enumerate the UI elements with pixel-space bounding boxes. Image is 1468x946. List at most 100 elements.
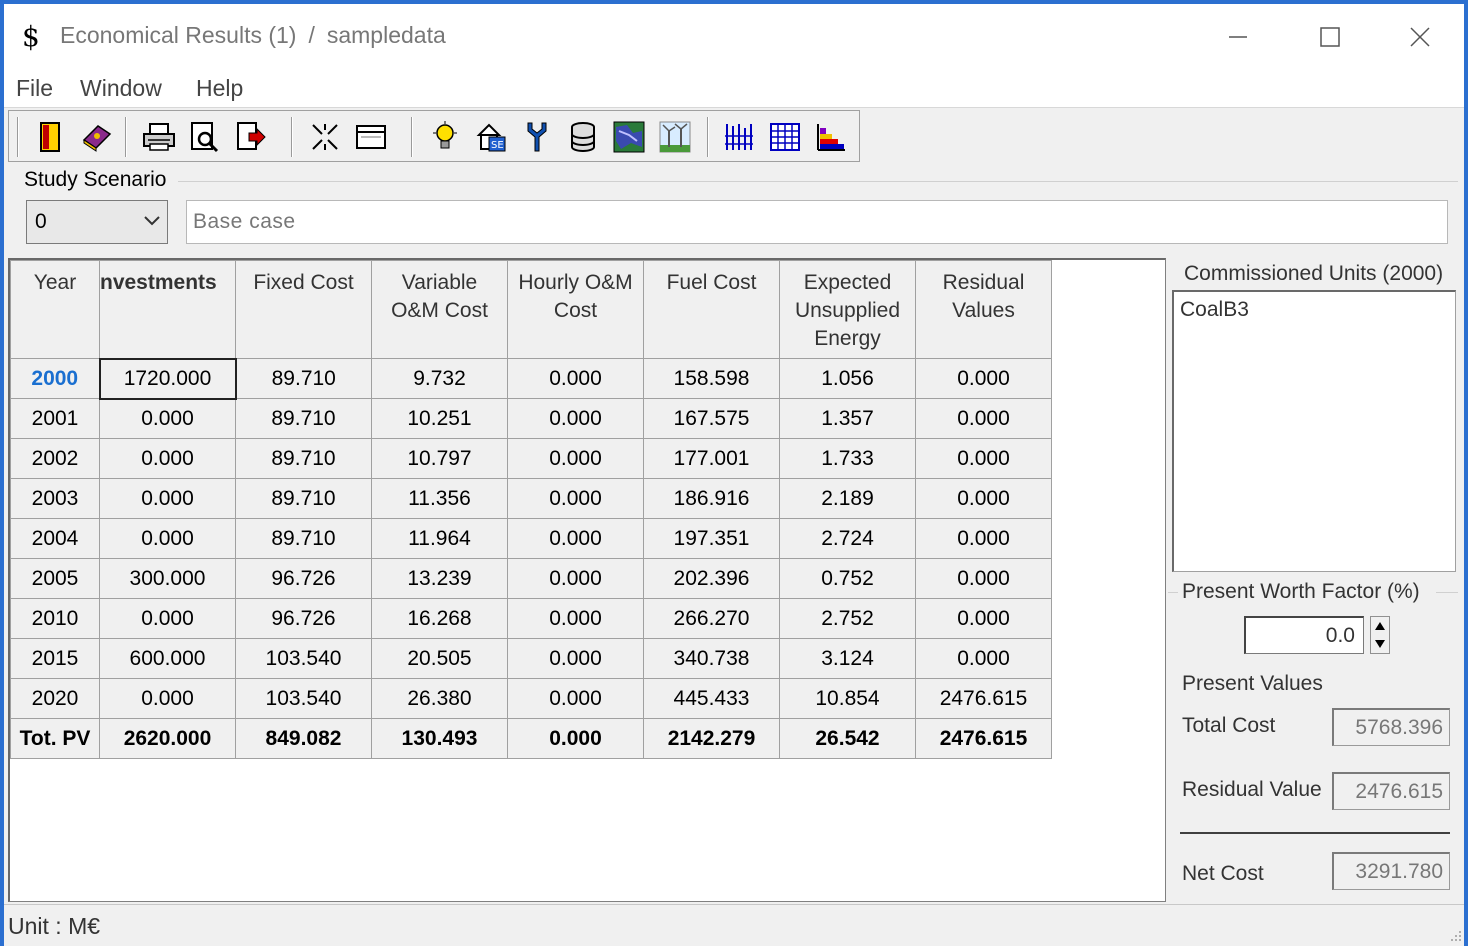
total-fuel-cost[interactable]: 2142.279 [643, 718, 780, 759]
print-preview-button[interactable] [187, 119, 223, 155]
total-fixed-cost[interactable]: 849.082 [235, 718, 372, 759]
menu-window[interactable]: Window [80, 75, 162, 102]
cell-variable-om-cost[interactable]: 13.239 [371, 558, 508, 599]
commissioned-units-list[interactable]: CoalB3 [1172, 290, 1456, 572]
total-variable-om-cost[interactable]: 130.493 [371, 718, 508, 759]
cell-hourly-om-cost[interactable]: 0.000 [507, 638, 644, 679]
table-total-row[interactable]: Tot. PV 2620.000 849.082 130.493 0.000 2… [10, 718, 1052, 759]
row-year[interactable]: 2000 [10, 358, 100, 399]
cell-fuel-cost[interactable]: 177.001 [643, 438, 780, 479]
row-year[interactable]: 2001 [10, 398, 100, 439]
cell-residual-values[interactable]: 0.000 [915, 518, 1052, 559]
cell-hourly-om-cost[interactable]: 0.000 [507, 398, 644, 439]
close-button[interactable] [1392, 12, 1448, 62]
cell-expected-unsupplied-energy[interactable]: 10.854 [779, 678, 916, 719]
collapse-button[interactable] [307, 119, 343, 155]
row-year[interactable]: 2005 [10, 558, 100, 599]
window-button[interactable] [353, 119, 389, 155]
cell-residual-values[interactable]: 2476.615 [915, 678, 1052, 719]
table-row[interactable]: 2004 0.000 89.710 11.964 0.000 197.351 2… [10, 518, 1052, 559]
cell-investments[interactable]: 0.000 [99, 598, 236, 639]
cell-fuel-cost[interactable]: 167.575 [643, 398, 780, 439]
cell-fuel-cost[interactable]: 266.270 [643, 598, 780, 639]
total-hourly-om-cost[interactable]: 0.000 [507, 718, 644, 759]
menu-file[interactable]: File [16, 75, 53, 102]
cell-expected-unsupplied-energy[interactable]: 2.724 [779, 518, 916, 559]
header-hourly-om-cost[interactable]: Hourly O&M Cost [507, 260, 644, 359]
lightbulb-button[interactable] [427, 119, 463, 155]
list-item[interactable]: CoalB3 [1180, 298, 1249, 322]
cell-residual-values[interactable]: 0.000 [915, 358, 1052, 399]
header-year[interactable]: Year [10, 260, 100, 359]
cell-variable-om-cost[interactable]: 26.380 [371, 678, 508, 719]
cell-fixed-cost[interactable]: 89.710 [235, 518, 372, 559]
spin-up-button[interactable] [1374, 618, 1386, 634]
connector-button[interactable] [519, 119, 555, 155]
table-row[interactable]: 2020 0.000 103.540 26.380 0.000 445.433 … [10, 678, 1052, 719]
cell-investments[interactable]: 600.000 [99, 638, 236, 679]
menu-help[interactable]: Help [196, 75, 243, 102]
cell-fixed-cost[interactable]: 89.710 [235, 438, 372, 479]
header-expected-unsupplied-energy[interactable]: Expected Unsupplied Energy [779, 260, 916, 359]
wind-farm-button[interactable] [657, 119, 693, 155]
scenario-description-field[interactable]: Base case [186, 200, 1448, 244]
export-button[interactable] [233, 119, 269, 155]
cell-hourly-om-cost[interactable]: 0.000 [507, 558, 644, 599]
total-expected-unsupplied-energy[interactable]: 26.542 [779, 718, 916, 759]
cell-variable-om-cost[interactable]: 11.356 [371, 478, 508, 519]
cell-investments[interactable]: 0.000 [99, 398, 236, 439]
cell-residual-values[interactable]: 0.000 [915, 558, 1052, 599]
cell-fuel-cost[interactable]: 445.433 [643, 678, 780, 719]
cell-investments[interactable]: 0.000 [99, 478, 236, 519]
minimize-button[interactable] [1210, 12, 1266, 62]
cell-fixed-cost[interactable]: 89.710 [235, 358, 372, 399]
total-residual-values[interactable]: 2476.615 [915, 718, 1052, 759]
title-bar[interactable]: $ Economical Results (1) / sampledata [4, 4, 1464, 66]
results-grid[interactable]: Year nvestments Fixed Cost Variable O&M C… [8, 258, 1166, 902]
total-label[interactable]: Tot. PV [10, 718, 100, 759]
scenario-select[interactable]: 0 [26, 200, 168, 244]
resize-grip-icon[interactable] [1448, 928, 1462, 942]
cell-investments[interactable]: 1720.000 [98, 357, 237, 400]
header-fixed-cost[interactable]: Fixed Cost [235, 260, 372, 359]
header-residual-values[interactable]: Residual Values [915, 260, 1052, 359]
cell-fixed-cost[interactable]: 96.726 [235, 598, 372, 639]
cell-variable-om-cost[interactable]: 9.732 [371, 358, 508, 399]
cell-hourly-om-cost[interactable]: 0.000 [507, 598, 644, 639]
cell-residual-values[interactable]: 0.000 [915, 438, 1052, 479]
present-worth-factor-input[interactable]: 0.0 [1244, 616, 1364, 654]
row-year[interactable]: 2002 [10, 438, 100, 479]
header-investments[interactable]: nvestments [99, 260, 236, 359]
cell-fuel-cost[interactable]: 202.396 [643, 558, 780, 599]
cell-fuel-cost[interactable]: 158.598 [643, 358, 780, 399]
bar-chart-button[interactable] [721, 119, 757, 155]
table-grid-button[interactable] [767, 119, 803, 155]
cell-fixed-cost[interactable]: 96.726 [235, 558, 372, 599]
exit-door-button[interactable] [33, 119, 69, 155]
cell-hourly-om-cost[interactable]: 0.000 [507, 678, 644, 719]
spin-down-button[interactable] [1374, 636, 1386, 652]
table-row[interactable]: 2010 0.000 96.726 16.268 0.000 266.270 2… [10, 598, 1052, 639]
cell-residual-values[interactable]: 0.000 [915, 398, 1052, 439]
book-button[interactable] [79, 119, 115, 155]
header-variable-om-cost[interactable]: Variable O&M Cost [371, 260, 508, 359]
row-year[interactable]: 2010 [10, 598, 100, 639]
map-button[interactable] [611, 119, 647, 155]
cell-expected-unsupplied-energy[interactable]: 0.752 [779, 558, 916, 599]
cell-variable-om-cost[interactable]: 20.505 [371, 638, 508, 679]
cell-hourly-om-cost[interactable]: 0.000 [507, 518, 644, 559]
cell-hourly-om-cost[interactable]: 0.000 [507, 438, 644, 479]
table-row[interactable]: 2005 300.000 96.726 13.239 0.000 202.396… [10, 558, 1052, 599]
print-button[interactable] [141, 119, 177, 155]
cell-residual-values[interactable]: 0.000 [915, 638, 1052, 679]
cell-expected-unsupplied-energy[interactable]: 1.733 [779, 438, 916, 479]
cell-residual-values[interactable]: 0.000 [915, 598, 1052, 639]
cell-variable-om-cost[interactable]: 16.268 [371, 598, 508, 639]
total-investments[interactable]: 2620.000 [99, 718, 236, 759]
table-row[interactable]: 2001 0.000 89.710 10.251 0.000 167.575 1… [10, 398, 1052, 439]
cell-investments[interactable]: 0.000 [99, 678, 236, 719]
maximize-button[interactable] [1302, 12, 1358, 62]
cell-fixed-cost[interactable]: 89.710 [235, 478, 372, 519]
header-fuel-cost[interactable]: Fuel Cost [643, 260, 780, 359]
present-worth-factor-spinner[interactable] [1370, 616, 1390, 654]
